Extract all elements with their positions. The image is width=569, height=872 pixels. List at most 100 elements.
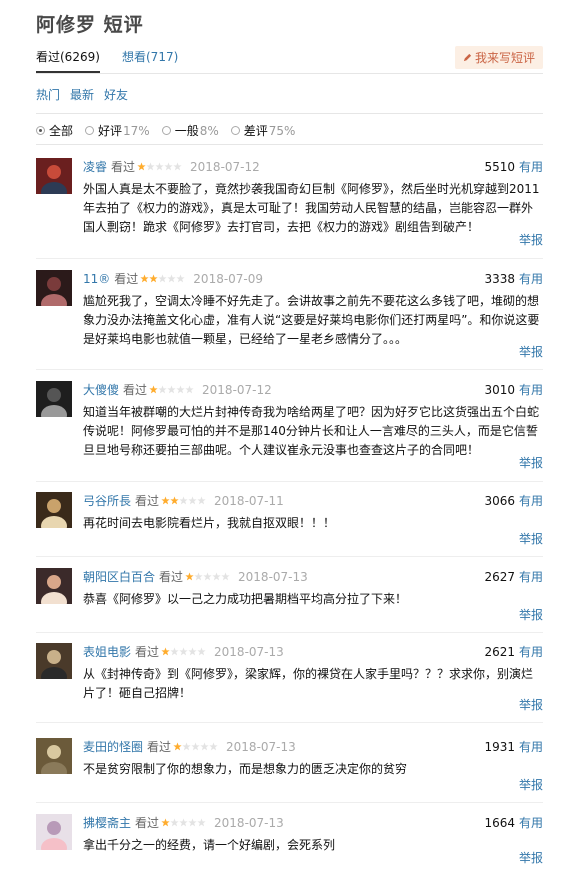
avatar[interactable] xyxy=(36,492,72,528)
avatar[interactable] xyxy=(36,270,72,306)
star-empty-icon xyxy=(188,647,197,656)
avatar[interactable] xyxy=(36,381,72,417)
star-empty-icon xyxy=(194,572,203,581)
watch-status: 看过 xyxy=(135,494,160,508)
comment-username[interactable]: 大傻傻 xyxy=(83,381,119,398)
rating-stars xyxy=(161,647,206,656)
useful-button[interactable]: 有用 xyxy=(519,272,543,286)
star-empty-icon xyxy=(203,572,212,581)
avatar[interactable] xyxy=(36,158,72,194)
vote-area: 1664 有用 xyxy=(484,814,543,831)
comment-meta: 11® 看过 2018-07-09 xyxy=(83,270,263,287)
report-link[interactable]: 举报 xyxy=(519,343,543,360)
report-link[interactable]: 举报 xyxy=(519,776,543,793)
comment-username[interactable]: 表姐电影 xyxy=(83,643,131,660)
comment-text: 恭喜《阿修罗》以一己之力成功把暑期档平均高分拉了下来！ xyxy=(83,592,408,606)
comment-meta: 朝阳区白百合 看过 2018-07-13 xyxy=(83,568,308,585)
star-empty-icon xyxy=(179,496,188,505)
sort-options: 热门 最新 好友 xyxy=(36,86,128,103)
comment-divider xyxy=(36,556,543,557)
tab-seen[interactable]: 看过(6269) xyxy=(36,48,100,73)
vote-count: 2627 xyxy=(484,570,515,584)
vote-count: 2621 xyxy=(484,645,515,659)
useful-button[interactable]: 有用 xyxy=(519,383,543,397)
rating-stars xyxy=(137,162,182,171)
filter-bad[interactable]: 差评 75% xyxy=(230,122,295,139)
useful-button[interactable]: 有用 xyxy=(519,160,543,174)
comment-divider xyxy=(36,722,543,723)
comment-date: 2018-07-12 xyxy=(202,382,272,397)
radio-icon xyxy=(161,126,171,135)
useful-button[interactable]: 有用 xyxy=(519,740,543,754)
comment-meta: 表姐电影 看过 2018-07-13 xyxy=(83,643,284,660)
tab-bar: 看过(6269) 想看(717) 我来写短评 xyxy=(36,46,543,74)
star-empty-icon xyxy=(170,647,179,656)
useful-button[interactable]: 有用 xyxy=(519,494,543,508)
comment-text: 尴尬死我了，空调太冷睡不好先走了。会讲故事之前先不要花这么多钱了吧，堆砌的想象力… xyxy=(83,294,540,346)
sort-friends[interactable]: 好友 xyxy=(104,86,128,103)
report-link[interactable]: 举报 xyxy=(519,696,543,713)
comment-text: 拿出千分之一的经费，请一个好编剧，会死系列 xyxy=(83,838,336,852)
comment-username[interactable]: 朝阳区白百合 xyxy=(83,568,155,585)
star-empty-icon xyxy=(221,572,230,581)
star-filled-icon xyxy=(140,274,149,283)
avatar[interactable] xyxy=(36,814,72,850)
filter-label: 差评 xyxy=(243,124,268,138)
star-empty-icon xyxy=(188,818,197,827)
comment-item: 11® 看过 2018-07-09 3338 有用尴尬死我了，空调太冷睡不好先走了。会讲… xyxy=(36,270,543,360)
vote-area: 2621 有用 xyxy=(484,643,543,660)
comment-divider xyxy=(36,258,543,259)
comment-username[interactable]: 拂樱斋主 xyxy=(83,814,131,831)
comment-date: 2018-07-13 xyxy=(226,739,296,754)
write-review-button[interactable]: 我来写短评 xyxy=(454,46,543,69)
star-empty-icon xyxy=(164,162,173,171)
avatar[interactable] xyxy=(36,643,72,679)
comment-username[interactable]: 凌睿 xyxy=(83,158,107,175)
filter-all[interactable]: 全部 xyxy=(36,122,73,139)
tab-want[interactable]: 想看(717) xyxy=(122,48,178,73)
comment-username[interactable]: 麦田的怪圈 xyxy=(83,738,143,755)
star-empty-icon xyxy=(188,496,197,505)
sort-latest[interactable]: 最新 xyxy=(70,86,94,103)
star-empty-icon xyxy=(179,647,188,656)
comment-item: 麦田的怪圈 看过 2018-07-13 1931 有用 不是贫穷限制了你的想象力，而是想象… xyxy=(36,738,543,793)
star-filled-icon xyxy=(161,647,170,656)
report-link[interactable]: 举报 xyxy=(519,454,543,471)
watch-status: 看过 xyxy=(111,160,136,174)
useful-button[interactable]: 有用 xyxy=(519,570,543,584)
avatar[interactable] xyxy=(36,568,72,604)
comment-text: 知道当年被群嘲的大烂片封神传奇我为啥给两星了吧？因为好歹它比这货强出五个白蛇传说… xyxy=(83,405,540,457)
comment-meta: 拂樱斋主 看过 2018-07-13 xyxy=(83,814,284,831)
star-empty-icon xyxy=(182,742,191,751)
comment-date: 2018-07-13 xyxy=(238,569,308,584)
comment-divider xyxy=(36,802,543,803)
filter-percent: 17% xyxy=(123,123,150,138)
comment-meta: 弓谷所長 看过 2018-07-11 xyxy=(83,492,284,509)
useful-button[interactable]: 有用 xyxy=(519,645,543,659)
star-filled-icon xyxy=(161,818,170,827)
vote-area: 3338 有用 xyxy=(484,270,543,287)
filter-good[interactable]: 好评 17% xyxy=(85,122,150,139)
filter-average[interactable]: 一般 8% xyxy=(161,122,219,139)
watch-status: 看过 xyxy=(135,816,160,830)
filter-label: 全部 xyxy=(49,124,74,138)
report-link[interactable]: 举报 xyxy=(519,849,543,866)
sort-hot[interactable]: 热门 xyxy=(36,86,60,103)
report-link[interactable]: 举报 xyxy=(519,530,543,547)
useful-button[interactable]: 有用 xyxy=(519,816,543,830)
comment-username[interactable]: 弓谷所長 xyxy=(83,492,131,509)
vote-area: 2627 有用 xyxy=(484,568,543,585)
report-link[interactable]: 举报 xyxy=(519,231,543,248)
star-empty-icon xyxy=(173,162,182,171)
filter-label: 一般 xyxy=(174,124,199,138)
avatar[interactable] xyxy=(36,738,72,774)
vote-count: 3066 xyxy=(484,494,515,508)
filter-percent: 8% xyxy=(199,123,219,138)
vote-area: 5510 有用 xyxy=(484,158,543,175)
comment-item: 表姐电影 看过 2018-07-13 2621 有用 从《封神传奇》到《阿修罗》，梁家辉，… xyxy=(36,643,543,713)
comment-meta: 大傻傻 看过 2018-07-12 xyxy=(83,381,272,398)
star-empty-icon xyxy=(176,274,185,283)
report-link[interactable]: 举报 xyxy=(519,606,543,623)
comment-text: 外国人真是太不要脸了，竟然抄袭我国奇幻巨制《阿修罗》，然后坐时光机穿越到2011… xyxy=(83,182,540,234)
comment-username[interactable]: 11® xyxy=(83,272,110,286)
